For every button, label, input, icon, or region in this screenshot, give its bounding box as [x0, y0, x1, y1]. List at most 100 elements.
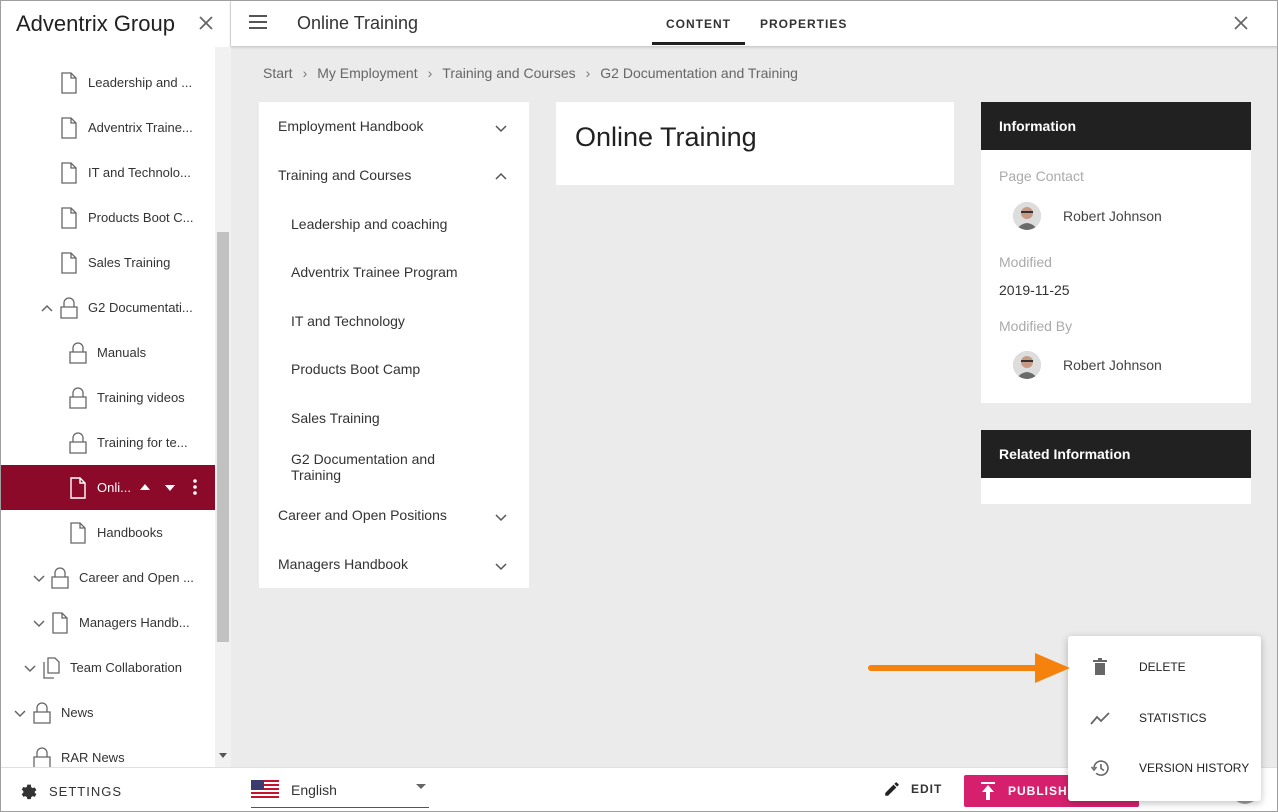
tree-item-online-training[interactable]: Onli... [1, 465, 215, 510]
tree-item-leadership[interactable]: Leadership and ... [1, 60, 215, 105]
menu-item-label: STATISTICS [1139, 711, 1207, 725]
tree-item-label: Leadership and ... [88, 75, 193, 90]
avatar[interactable] [1013, 202, 1041, 230]
publish-icon [981, 782, 995, 800]
nav-item-label: Training and Courses [278, 167, 412, 183]
annotation-arrow-icon [868, 653, 1070, 683]
sidebar-scrollbar[interactable] [215, 47, 231, 767]
menu-item-label: VERSION HISTORY [1139, 761, 1250, 775]
lock-icon [69, 386, 87, 409]
tree-item-rar-news[interactable]: RAR News [1, 735, 215, 767]
related-information-card: Related Information [981, 430, 1251, 504]
chevron-down-icon[interactable] [495, 560, 507, 572]
lock-icon [51, 566, 69, 589]
tab-properties[interactable]: PROPERTIES [760, 17, 847, 31]
app-window: Adventrix Group Leadership and ... Adven… [0, 0, 1278, 812]
content-heading: Online Training [575, 122, 757, 152]
tree-item-trainee[interactable]: Adventrix Traine... [1, 105, 215, 150]
tree-item-it[interactable]: IT and Technolo... [1, 150, 215, 195]
active-tab-indicator [652, 42, 745, 45]
edit-button[interactable]: EDIT [883, 780, 942, 798]
page-contact-name[interactable]: Robert Johnson [1063, 208, 1162, 224]
chevron-down-icon[interactable] [32, 571, 46, 585]
chevron-down-icon[interactable] [495, 511, 507, 523]
sidebar-header: Adventrix Group [1, 1, 231, 47]
section-nav: Employment Handbook Training and Courses… [259, 102, 529, 588]
modified-by-name[interactable]: Robert Johnson [1063, 357, 1162, 373]
breadcrumb-separator-icon: › [427, 65, 433, 81]
pages-icon [43, 656, 60, 679]
nav-item-g2[interactable]: G2 Documentation and Training [291, 451, 461, 483]
close-icon[interactable] [1231, 13, 1251, 33]
tree-item-label: Onli... [97, 480, 131, 495]
nav-item-it[interactable]: IT and Technology [291, 313, 529, 329]
move-down-icon[interactable] [164, 483, 176, 493]
modified-by-label: Modified By [999, 318, 1073, 334]
close-icon[interactable] [194, 11, 218, 35]
scroll-down-arrow-icon[interactable] [219, 753, 227, 758]
tree-item-managers[interactable]: Managers Handb... [1, 600, 215, 645]
page-title: Online Training [297, 13, 419, 33]
tree-item-label: Adventrix Traine... [88, 120, 193, 135]
lock-icon [33, 746, 51, 767]
breadcrumb-g2[interactable]: G2 Documentation and Training [600, 65, 798, 81]
chevron-up-icon[interactable] [495, 171, 507, 183]
nav-item-training-courses[interactable]: Training and Courses [278, 167, 529, 183]
nav-item-sales[interactable]: Sales Training [291, 410, 529, 426]
tree-item-news[interactable]: News [1, 690, 215, 735]
breadcrumb-training[interactable]: Training and Courses [442, 65, 575, 81]
information-card: Information Page Contact Robert Johnson … [981, 102, 1251, 403]
tree-item-label: Products Boot C... [88, 210, 194, 225]
nav-item-trainee[interactable]: Adventrix Trainee Program [291, 264, 529, 280]
menu-item-delete[interactable]: DELETE [1068, 642, 1261, 692]
avatar[interactable] [1013, 351, 1041, 379]
tree-item-bootcamp[interactable]: Products Boot C... [1, 195, 215, 240]
nav-item-label: Career and Open Positions [278, 507, 447, 523]
lock-icon [33, 701, 51, 724]
nav-item-leadership[interactable]: Leadership and coaching [291, 216, 529, 232]
tree-item-handbooks[interactable]: Handbooks [1, 510, 215, 555]
tree-item-sales[interactable]: Sales Training [1, 240, 215, 285]
nav-item-employment-handbook[interactable]: Employment Handbook [278, 118, 529, 134]
site-title: Adventrix Group [16, 11, 175, 36]
nav-item-career[interactable]: Career and Open Positions [278, 507, 529, 523]
breadcrumb-my-employment[interactable]: My Employment [317, 65, 417, 81]
tree-item-team-collaboration[interactable]: Team Collaboration [1, 645, 215, 690]
chevron-down-icon[interactable] [13, 706, 27, 720]
page-contact-label: Page Contact [999, 168, 1084, 184]
top-bar: Online Training CONTENT PROPERTIES [231, 1, 1277, 46]
scrollbar-thumb[interactable] [217, 232, 229, 642]
tree-item-label: Career and Open ... [79, 570, 194, 585]
edit-label: EDIT [911, 782, 943, 796]
trend-icon [1090, 712, 1110, 725]
chevron-down-icon[interactable] [495, 122, 507, 134]
menu-item-version-history[interactable]: VERSION HISTORY [1068, 743, 1261, 793]
chevron-down-icon[interactable] [23, 661, 37, 675]
menu-item-statistics[interactable]: STATISTICS [1068, 693, 1261, 743]
tree-item-career[interactable]: Career and Open ... [1, 555, 215, 600]
page-icon [70, 521, 86, 544]
tree-item-g2[interactable]: G2 Documentati... [1, 285, 215, 330]
settings-button[interactable]: SETTINGS [19, 782, 122, 800]
tree-item-training-for[interactable]: Training for te... [1, 420, 215, 465]
page-icon [70, 476, 86, 499]
more-vert-icon[interactable] [192, 479, 198, 495]
tree-item-label: Handbooks [97, 525, 163, 540]
tree-item-training-videos[interactable]: Training videos [1, 375, 215, 420]
chevron-up-icon[interactable] [40, 301, 54, 315]
modified-label: Modified [999, 254, 1052, 270]
language-select[interactable]: English [251, 776, 429, 808]
chevron-down-icon[interactable] [32, 616, 46, 630]
tab-content[interactable]: CONTENT [666, 17, 731, 31]
move-up-icon[interactable] [139, 482, 151, 492]
related-information-header: Related Information [981, 430, 1251, 478]
breadcrumb-separator-icon: › [302, 65, 308, 81]
nav-item-bootcamp[interactable]: Products Boot Camp [291, 361, 529, 377]
page-icon [61, 161, 77, 184]
tree-item-manuals[interactable]: Manuals [1, 330, 215, 375]
page-icon [61, 206, 77, 229]
breadcrumb-start[interactable]: Start [263, 65, 293, 81]
tree-item-label: Managers Handb... [79, 615, 190, 630]
nav-item-managers[interactable]: Managers Handbook [278, 556, 529, 572]
menu-icon[interactable] [249, 15, 267, 29]
